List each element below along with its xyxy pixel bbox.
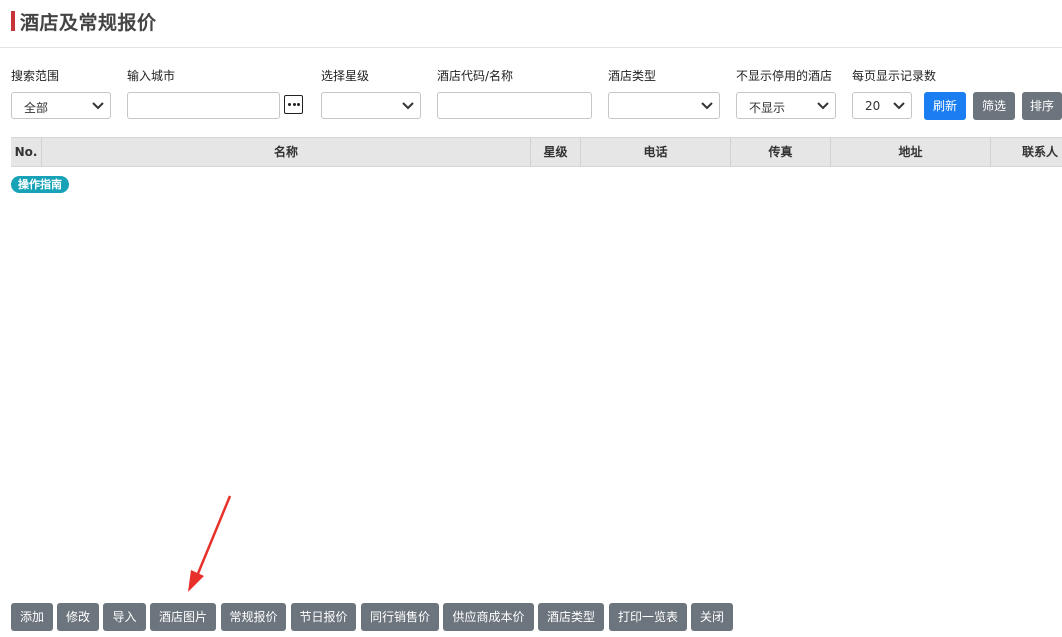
hotel-type-select[interactable] [608, 92, 720, 119]
page-size-select[interactable]: 20 [852, 92, 912, 119]
supplier-cost-price-button[interactable]: 供应商成本价 [443, 603, 534, 631]
col-name[interactable]: 名称 [42, 138, 531, 166]
code-name-input[interactable] [437, 92, 592, 119]
operation-guide-badge[interactable]: 操作指南 [11, 176, 69, 193]
holiday-quote-button[interactable]: 节日报价 [291, 603, 356, 631]
print-list-button[interactable]: 打印一览表 [609, 603, 687, 631]
chevron-down-icon [701, 102, 713, 110]
dot-icon [297, 103, 300, 106]
regular-quote-button[interactable]: 常规报价 [221, 603, 286, 631]
star-label: 选择星级 [321, 69, 370, 83]
filter-button[interactable]: 筛选 [973, 92, 1015, 120]
dot-icon [288, 103, 291, 106]
city-input[interactable] [127, 92, 280, 119]
col-fax[interactable]: 传真 [731, 138, 831, 166]
hotel-type-label: 酒店类型 [608, 69, 657, 83]
page-size-select-value: 20 [865, 99, 881, 113]
scope-select[interactable]: 全部 [11, 92, 111, 119]
chevron-down-icon [402, 102, 414, 110]
col-contact[interactable]: 联系人 [991, 138, 1062, 166]
hide-disabled-select-value: 不显示 [749, 101, 786, 115]
col-phone[interactable]: 电话 [581, 138, 731, 166]
add-button[interactable]: 添加 [11, 603, 53, 631]
page-size-label: 每页显示记录数 [852, 69, 937, 83]
peer-sales-price-button[interactable]: 同行销售价 [361, 603, 439, 631]
col-star[interactable]: 星级 [531, 138, 581, 166]
table-header: No. 名称 星级 电话 传真 地址 联系人 [11, 137, 1062, 167]
title-accent-bar [11, 11, 15, 31]
refresh-button[interactable]: 刷新 [924, 92, 966, 120]
col-no[interactable]: No. [11, 138, 42, 166]
col-address[interactable]: 地址 [831, 138, 991, 166]
code-name-label: 酒店代码/名称 [437, 69, 514, 83]
hide-disabled-select[interactable]: 不显示 [736, 92, 836, 119]
chevron-down-icon [893, 102, 905, 110]
hotel-type-button[interactable]: 酒店类型 [538, 603, 604, 631]
edit-button[interactable]: 修改 [57, 603, 99, 631]
dot-icon [292, 103, 296, 106]
chevron-down-icon [817, 102, 829, 110]
star-select[interactable] [321, 92, 421, 119]
import-button[interactable]: 导入 [103, 603, 146, 631]
sort-button[interactable]: 排序 [1022, 92, 1062, 120]
annotation-arrow-icon [188, 495, 232, 592]
hide-disabled-label: 不显示停用的酒店 [736, 69, 833, 83]
page-title: 酒店及常规报价 [20, 12, 157, 34]
city-label: 输入城市 [127, 69, 176, 83]
city-picker-more-button[interactable] [284, 95, 303, 114]
close-button[interactable]: 关闭 [691, 603, 733, 631]
hotel-images-button[interactable]: 酒店图片 [150, 603, 216, 631]
scope-label: 搜索范围 [11, 69, 60, 83]
scope-select-value: 全部 [24, 101, 49, 115]
chevron-down-icon [92, 102, 104, 110]
page-header: 酒店及常规报价 [0, 0, 1062, 48]
